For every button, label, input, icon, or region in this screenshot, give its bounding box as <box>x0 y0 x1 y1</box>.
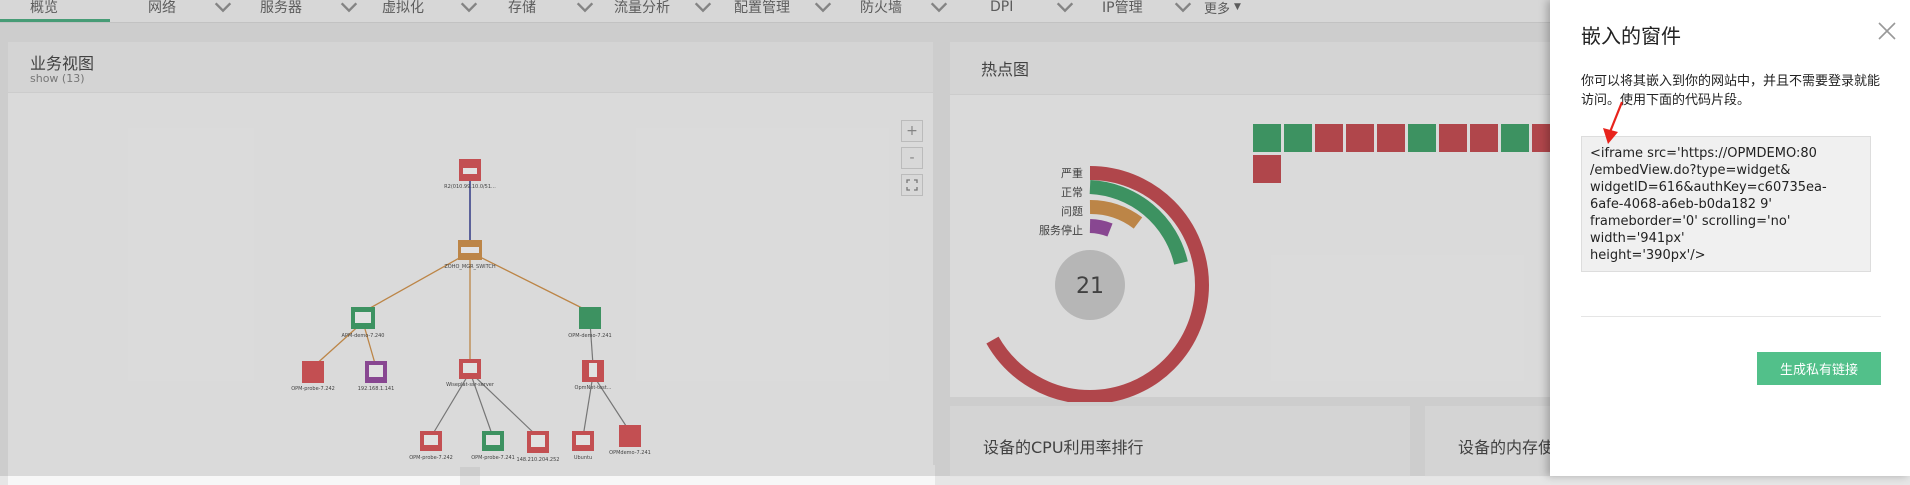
red-arrow-annotation-icon <box>1603 101 1624 144</box>
close-icon[interactable] <box>1876 20 1898 42</box>
modal-overlay[interactable] <box>0 0 1550 476</box>
divider <box>1581 316 1881 317</box>
generate-private-link-button[interactable]: 生成私有链接 <box>1757 352 1881 385</box>
embed-widget-drawer: 嵌入的窗件 你可以将其嵌入到你的网站中，并且不需要登录就能访问。使用下面的代码片… <box>1550 0 1910 476</box>
drawer-title: 嵌入的窗件 <box>1581 24 1681 48</box>
embed-code-snippet[interactable]: <iframe src='https://OPMDEMO:80 /embedVi… <box>1581 136 1871 272</box>
